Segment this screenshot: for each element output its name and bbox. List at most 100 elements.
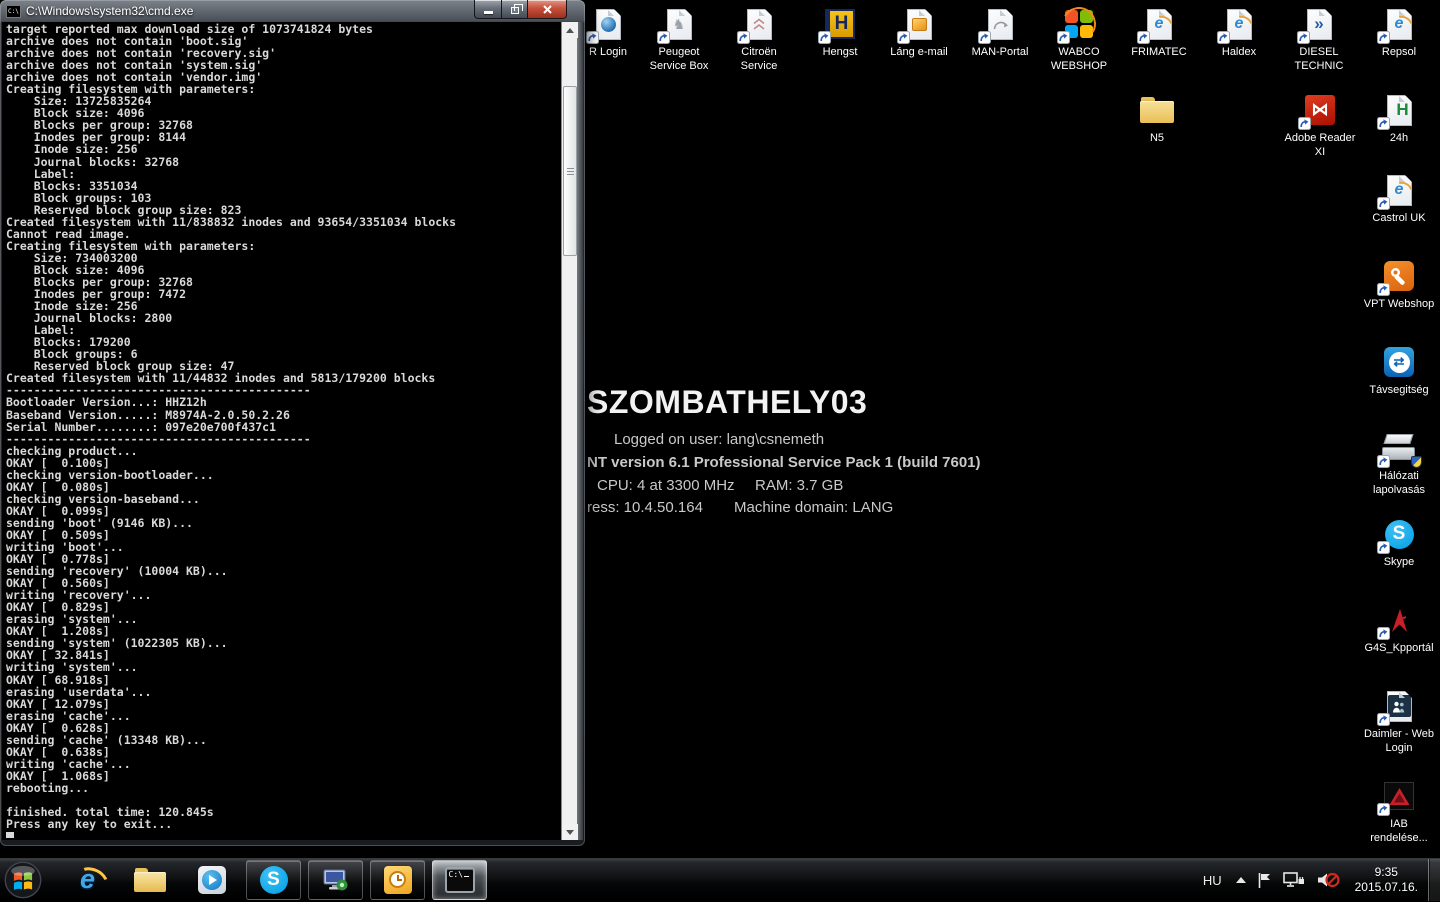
shortcut-arrow-icon	[1377, 117, 1390, 130]
taskbar-button-remote-desktop[interactable]	[308, 860, 363, 900]
desktop-icon-label: MAN-Portal	[972, 45, 1029, 59]
show-desktop-button[interactable]	[1428, 859, 1440, 901]
shortcut-arrow-icon	[818, 31, 831, 44]
shortcut-arrow-icon	[1297, 31, 1310, 44]
vpt-webshop-icon	[1379, 258, 1419, 294]
citroen-service-icon	[739, 6, 779, 42]
taskbar-button-windows-media-player[interactable]	[184, 860, 239, 900]
taskbar-button-windows-explorer[interactable]	[122, 860, 177, 900]
ie-icon: e	[80, 864, 95, 895]
close-button[interactable]	[527, 0, 567, 19]
desktop-icon-frimatec[interactable]: e FRIMATEC	[1113, 6, 1205, 59]
clock[interactable]: 9:35 2015.07.16.	[1355, 865, 1418, 895]
console-output[interactable]: target reported max download size of 107…	[2, 22, 561, 840]
action-center-flag-icon[interactable]	[1257, 872, 1272, 889]
desktop: R Login ♞ PeugeotService Box CitroënServi…	[0, 0, 1440, 900]
desktop-icon-diesel-technic[interactable]: » DIESELTECHNIC	[1273, 6, 1365, 73]
desktop-icon-label: Haldex	[1222, 45, 1256, 59]
desktop-icon-label: Castrol UK	[1372, 211, 1425, 225]
desktop-icon-label: WABCOWEBSHOP	[1051, 45, 1107, 73]
desktop-icon-n5-folder[interactable]: N5	[1111, 92, 1203, 145]
console-scrollbar[interactable]	[561, 22, 577, 840]
desktop-icon-label: Távsegitség	[1369, 383, 1428, 397]
media-player-icon	[198, 866, 226, 894]
shortcut-arrow-icon	[978, 31, 991, 44]
desktop-icon-peugeot-service-box[interactable]: ♞ PeugeotService Box	[633, 6, 725, 73]
desktop-icon-label: Repsol	[1382, 45, 1416, 59]
bginfo-ram: RAM: 3.7 GB	[755, 477, 843, 494]
taskbar: e S C:\ HU	[0, 858, 1440, 900]
desktop-icon-haldex[interactable]: e Haldex	[1193, 6, 1285, 59]
desktop-icon-vpt-webshop[interactable]: VPT Webshop	[1353, 258, 1440, 311]
tray-date: 2015.07.16.	[1355, 880, 1418, 895]
taskbar-button-outlook[interactable]	[370, 860, 425, 900]
scroll-up-button[interactable]	[562, 22, 578, 38]
desktop-icon-citroen-service[interactable]: CitroënService	[713, 6, 805, 73]
desktop-icon-label: N5	[1150, 131, 1164, 145]
desktop-icon-g4s-kpportal[interactable]: G4S_Kpportál	[1353, 602, 1440, 655]
desktop-icon-label: CitroënService	[741, 45, 778, 73]
skype-icon: S	[1379, 516, 1419, 552]
cmd-window-icon: C:\	[6, 5, 21, 18]
shortcut-arrow-icon	[737, 31, 750, 44]
repsol-icon: e	[1379, 6, 1419, 42]
scrollbar-thumb[interactable]	[563, 86, 577, 256]
desktop-icon-24h[interactable]: H 24h	[1353, 92, 1440, 145]
24h-icon: H	[1379, 92, 1419, 128]
network-icon[interactable]	[1283, 871, 1305, 889]
shortcut-arrow-icon	[1377, 197, 1390, 210]
shortcut-arrow-icon	[1298, 117, 1311, 130]
desktop-icon-lang-email[interactable]: Láng e-mail	[873, 6, 965, 59]
bginfo-cpu: CPU: 4 at 3300 MHz	[597, 477, 735, 494]
language-indicator[interactable]: HU	[1203, 873, 1222, 888]
shortcut-arrow-icon	[1377, 803, 1390, 816]
desktop-icon-skype[interactable]: S Skype	[1353, 516, 1440, 569]
bginfo-hostname: SZOMBATHELY03	[587, 384, 867, 421]
desktop-icon-label: 24h	[1390, 131, 1408, 145]
shortcut-arrow-icon	[1217, 31, 1230, 44]
desktop-icon-castrol-uk[interactable]: e Castrol UK	[1353, 172, 1440, 225]
show-hidden-icons-arrow[interactable]	[1236, 877, 1246, 883]
volume-muted-icon[interactable]	[1316, 871, 1340, 889]
desktop-icon-label: DIESELTECHNIC	[1295, 45, 1344, 73]
shortcut-arrow-icon	[657, 31, 670, 44]
shortcut-arrow-icon	[897, 31, 910, 44]
desktop-icon-label: Hálózatilapolvasás	[1373, 469, 1425, 497]
cmd-titlebar[interactable]: C:\ C:\Windows\system32\cmd.exe	[0, 0, 585, 22]
bginfo-logged-on: Logged on user: lang\csnemeth	[614, 431, 824, 448]
shortcut-arrow-icon	[1057, 31, 1070, 44]
taskbar-button-internet-explorer[interactable]: e	[60, 860, 115, 900]
desktop-icon-tavsegitseg[interactable]: ⇄Távsegitség	[1353, 344, 1440, 397]
cmd-window: C:\ C:\Windows\system32\cmd.exe target r…	[0, 0, 585, 846]
desktop-icon-repsol[interactable]: e Repsol	[1353, 6, 1440, 59]
desktop-icon-wabco-webshop[interactable]: WABCOWEBSHOP	[1033, 6, 1125, 73]
shortcut-arrow-icon	[1377, 713, 1390, 726]
frimatec-icon: e	[1139, 6, 1179, 42]
scroll-down-button[interactable]	[562, 824, 578, 840]
skype-icon: S	[260, 866, 288, 894]
taskbar-button-cmd[interactable]: C:\	[432, 860, 487, 900]
desktop-icon-daimler-web-login[interactable]: Daimler - WebLogin	[1353, 688, 1440, 755]
cmd-window-title: C:\Windows\system32\cmd.exe	[26, 4, 193, 18]
adobe-reader-xi-icon: ⋈	[1300, 92, 1340, 128]
desktop-icon-iab-rendelese[interactable]: IABrendelése...	[1353, 778, 1440, 845]
shortcut-arrow-icon	[1137, 31, 1150, 44]
desktop-icon-label: IABrendelése...	[1370, 817, 1427, 845]
bginfo-ip-address: ress: 10.4.50.164	[587, 499, 703, 516]
desktop-icon-label: R Login	[589, 45, 627, 59]
maximize-restore-button[interactable]	[502, 0, 527, 19]
shortcut-arrow-icon	[1377, 283, 1390, 296]
desktop-icon-label: G4S_Kpportál	[1364, 641, 1433, 655]
desktop-icon-label: Hengst	[823, 45, 858, 59]
castrol-uk-icon: e	[1379, 172, 1419, 208]
console-cursor	[6, 832, 14, 838]
desktop-icon-halozati-lapolvasas[interactable]: Hálózatilapolvasás	[1353, 430, 1440, 497]
taskbar-button-skype[interactable]: S	[246, 860, 301, 900]
minimize-button[interactable]	[474, 0, 502, 19]
shortcut-arrow-icon	[586, 31, 599, 44]
shortcut-arrow-icon	[1377, 31, 1390, 44]
bginfo-domain: Machine domain: LANG	[734, 499, 893, 516]
start-button[interactable]	[0, 859, 46, 901]
system-tray: HU 9:35	[1203, 859, 1440, 901]
uac-shield-icon	[1411, 456, 1422, 468]
